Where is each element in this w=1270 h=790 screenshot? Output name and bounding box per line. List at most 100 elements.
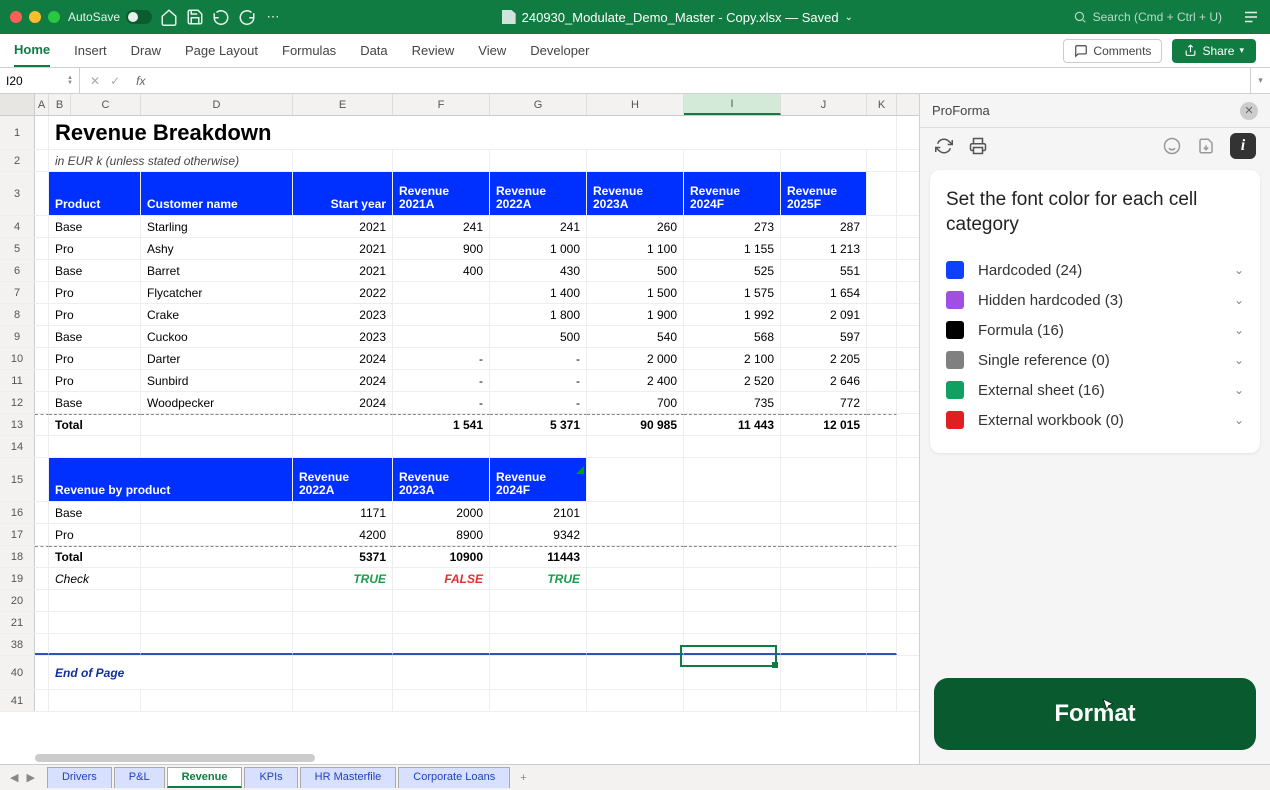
formula-input[interactable]	[151, 74, 1250, 88]
col-header[interactable]: H	[587, 94, 684, 115]
cell[interactable]: Revenue 2023A	[393, 458, 490, 501]
category-row[interactable]: Hidden hardcoded (3)⌄	[946, 285, 1244, 315]
cell[interactable]	[781, 634, 867, 655]
row-header[interactable]: 21	[0, 612, 35, 633]
cell[interactable]: Revenue 2022A	[490, 172, 587, 215]
cell[interactable]: -	[490, 370, 587, 391]
cell[interactable]	[587, 568, 684, 589]
sheet-tab[interactable]: P&L	[114, 767, 165, 788]
cell[interactable]: 1171	[293, 502, 393, 523]
cell[interactable]: 2 400	[587, 370, 684, 391]
cell[interactable]	[684, 690, 781, 711]
cell[interactable]: Cuckoo	[141, 326, 293, 347]
cell[interactable]: Darter	[141, 348, 293, 369]
cell[interactable]	[867, 282, 897, 303]
cell[interactable]: 2000	[393, 502, 490, 523]
cell[interactable]: Base	[49, 502, 141, 523]
cell[interactable]: 2024	[293, 348, 393, 369]
cell[interactable]	[867, 690, 897, 711]
cancel-formula-icon[interactable]: ✕	[90, 74, 100, 88]
cell[interactable]: 5 371	[490, 414, 587, 435]
cell[interactable]	[293, 690, 393, 711]
info-icon[interactable]: i	[1230, 133, 1256, 159]
cell[interactable]	[781, 690, 867, 711]
cell[interactable]	[867, 304, 897, 325]
cell[interactable]: Barret	[141, 260, 293, 281]
home-icon[interactable]	[160, 8, 178, 26]
cell[interactable]	[490, 612, 587, 633]
row[interactable]: 3ProductCustomer nameStart yearRevenue 2…	[0, 172, 919, 216]
cell[interactable]	[35, 502, 49, 523]
cell[interactable]	[490, 590, 587, 611]
ribbon-toggle-icon[interactable]	[1242, 8, 1260, 26]
sheet-nav-prev-icon[interactable]: ◀	[8, 771, 20, 784]
close-panel-icon[interactable]: ✕	[1240, 102, 1258, 120]
autosave-toggle[interactable]: AutoSave	[68, 10, 152, 24]
cell[interactable]: 1 992	[684, 304, 781, 325]
cell[interactable]: 1 575	[684, 282, 781, 303]
cell[interactable]: Revenue 2023A	[587, 172, 684, 215]
row-header[interactable]: 9	[0, 326, 35, 347]
cell[interactable]	[141, 634, 293, 655]
row-header[interactable]: 3	[0, 172, 35, 215]
color-swatch-icon[interactable]	[946, 351, 964, 369]
cell[interactable]	[35, 634, 49, 655]
row[interactable]: 20	[0, 590, 919, 612]
refresh-icon[interactable]	[934, 136, 954, 156]
ribbon-tab-review[interactable]: Review	[412, 35, 455, 66]
cell[interactable]	[35, 304, 49, 325]
cell[interactable]	[293, 414, 393, 435]
cell[interactable]	[393, 656, 490, 689]
row-header[interactable]: 15	[0, 458, 35, 501]
cell[interactable]	[684, 612, 781, 633]
cell[interactable]	[35, 150, 49, 171]
cell[interactable]: Flycatcher	[141, 282, 293, 303]
cell[interactable]: Pro	[49, 304, 141, 325]
minimize-window-icon[interactable]	[29, 11, 41, 23]
cell[interactable]	[141, 590, 293, 611]
row-header[interactable]: 19	[0, 568, 35, 589]
color-swatch-icon[interactable]	[946, 381, 964, 399]
cell[interactable]	[587, 458, 684, 501]
cell[interactable]	[867, 326, 897, 347]
row[interactable]: 4BaseStarling2021241241260273287	[0, 216, 919, 238]
cell[interactable]	[35, 612, 49, 633]
cell[interactable]: 5371	[293, 546, 393, 567]
cell[interactable]: 1 541	[393, 414, 490, 435]
row[interactable]: 6BaseBarret2021400430500525551	[0, 260, 919, 282]
cell[interactable]	[141, 568, 293, 589]
cell[interactable]	[867, 546, 897, 567]
category-row[interactable]: External workbook (0)⌄	[946, 405, 1244, 435]
cell[interactable]	[587, 546, 684, 567]
col-header[interactable]: B	[49, 94, 71, 115]
cell[interactable]: 700	[587, 392, 684, 413]
row[interactable]: 5ProAshy20219001 0001 1001 1551 213	[0, 238, 919, 260]
chevron-down-icon[interactable]: ⌄	[1234, 263, 1244, 277]
row[interactable]: 7ProFlycatcher20221 4001 5001 5751 654	[0, 282, 919, 304]
cell[interactable]: 500	[587, 260, 684, 281]
cell[interactable]	[781, 436, 867, 457]
cell[interactable]: Base	[49, 216, 141, 237]
cell[interactable]: 1 500	[587, 282, 684, 303]
row-header[interactable]: 7	[0, 282, 35, 303]
cell[interactable]	[684, 590, 781, 611]
ribbon-tab-view[interactable]: View	[478, 35, 506, 66]
color-swatch-icon[interactable]	[946, 261, 964, 279]
face-icon[interactable]	[1162, 136, 1182, 156]
cell[interactable]	[867, 524, 897, 545]
cell[interactable]	[141, 436, 293, 457]
ribbon-tab-draw[interactable]: Draw	[131, 35, 161, 66]
cell[interactable]: 568	[684, 326, 781, 347]
row-header[interactable]: 6	[0, 260, 35, 281]
export-icon[interactable]	[1196, 136, 1216, 156]
cell[interactable]: 2024	[293, 392, 393, 413]
cell[interactable]	[393, 150, 490, 171]
cell[interactable]: Pro	[49, 348, 141, 369]
cell[interactable]	[867, 216, 897, 237]
share-button[interactable]: Share ▾	[1172, 39, 1256, 63]
row-header[interactable]: 16	[0, 502, 35, 523]
cell[interactable]: 241	[490, 216, 587, 237]
row-header[interactable]: 1	[0, 116, 35, 149]
ribbon-tab-formulas[interactable]: Formulas	[282, 35, 336, 66]
cell[interactable]: 900	[393, 238, 490, 259]
